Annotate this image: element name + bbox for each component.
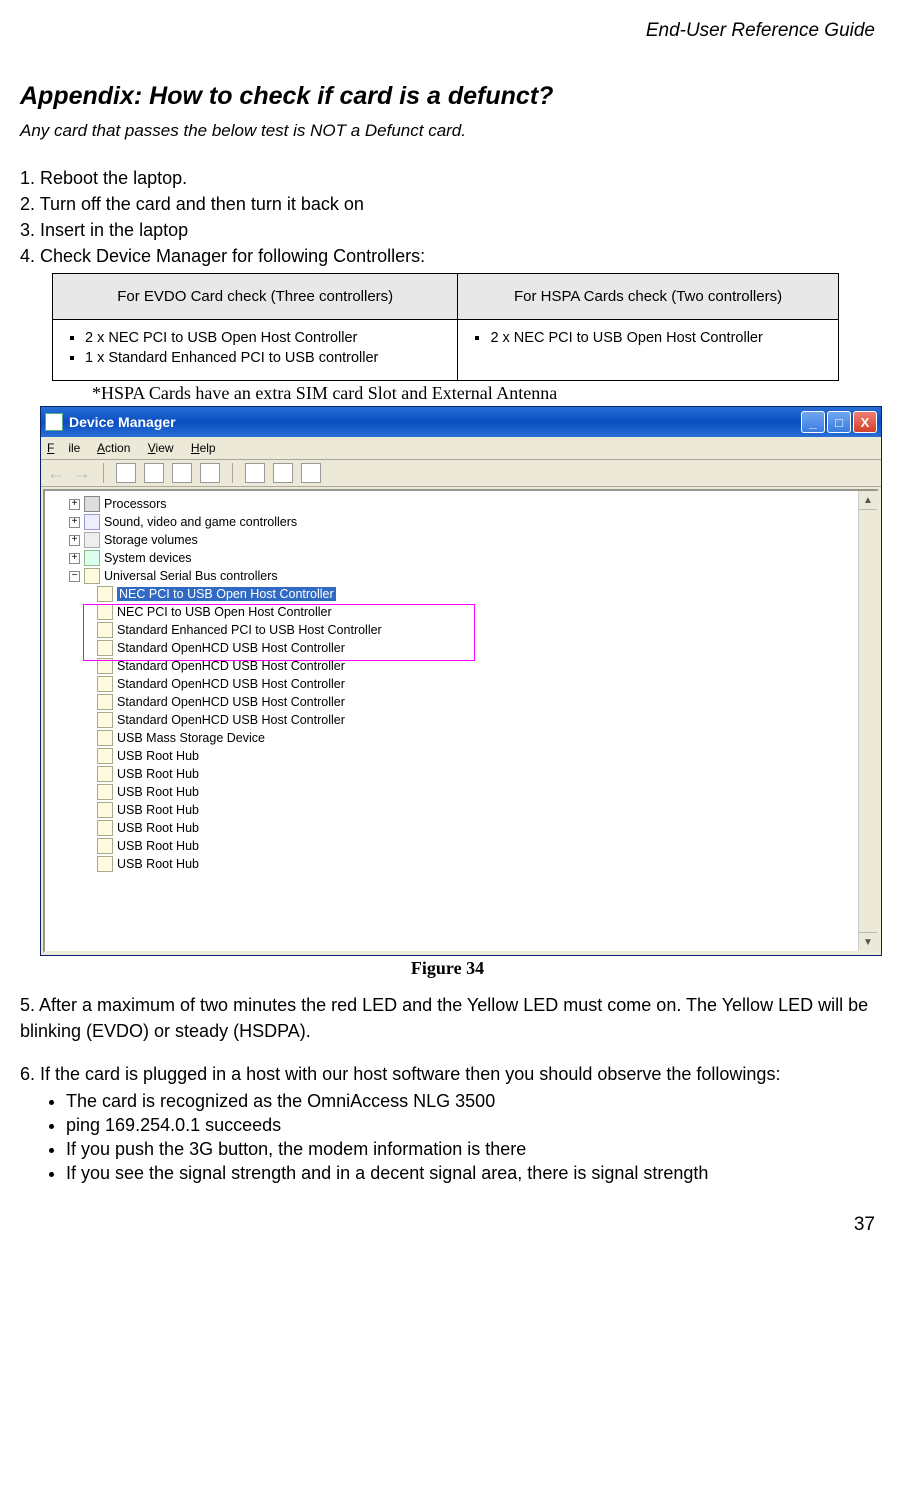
- step-5: 5. After a maximum of two minutes the re…: [20, 993, 875, 1043]
- menu-action[interactable]: Action: [97, 441, 130, 455]
- hspa-footnote: *HSPA Cards have an extra SIM card Slot …: [92, 383, 875, 404]
- forward-icon[interactable]: →: [73, 464, 91, 482]
- print-icon[interactable]: [172, 463, 192, 483]
- step-1: 1. Reboot the laptop.: [20, 165, 875, 191]
- usb-icon: [97, 784, 113, 800]
- scrollbar[interactable]: ▲ ▼: [858, 491, 877, 951]
- system-icon: [84, 550, 100, 566]
- usb-icon: [97, 658, 113, 674]
- update-icon[interactable]: [301, 463, 321, 483]
- toolbar: ← →: [41, 460, 881, 487]
- tree-item[interactable]: USB Root Hub: [51, 819, 877, 837]
- tree-body: +Processors +Sound, video and game contr…: [43, 489, 879, 953]
- controllers-table: For EVDO Card check (Three controllers) …: [52, 273, 839, 381]
- page-number: 37: [20, 1214, 875, 1236]
- usb-icon: [97, 748, 113, 764]
- tree-item[interactable]: Standard Enhanced PCI to USB Host Contro…: [51, 621, 877, 639]
- back-icon[interactable]: ←: [47, 464, 65, 482]
- tree-item[interactable]: USB Root Hub: [51, 801, 877, 819]
- tree-item[interactable]: NEC PCI to USB Open Host Controller: [51, 585, 877, 603]
- usb-icon: [97, 622, 113, 638]
- storage-icon: [84, 532, 100, 548]
- uninstall-icon[interactable]: [273, 463, 293, 483]
- usb-icon: [97, 802, 113, 818]
- usb-icon: [97, 586, 113, 602]
- observation-item: The card is recognized as the OmniAccess…: [66, 1091, 875, 1112]
- observation-item: If you see the signal strength and in a …: [66, 1163, 875, 1184]
- observations-list: The card is recognized as the OmniAccess…: [48, 1091, 875, 1184]
- tree-node-sound[interactable]: +Sound, video and game controllers: [51, 513, 877, 531]
- usb-icon: [97, 838, 113, 854]
- window-title: Device Manager: [69, 414, 799, 430]
- usb-icon: [97, 676, 113, 692]
- usb-icon: [97, 604, 113, 620]
- tree-item[interactable]: NEC PCI to USB Open Host Controller: [51, 603, 877, 621]
- device-manager-window: Device Manager _ □ X File Action View He…: [40, 406, 882, 956]
- menu-view[interactable]: View: [148, 441, 174, 455]
- tree-item[interactable]: Standard OpenHCD USB Host Controller: [51, 657, 877, 675]
- step-4: 4. Check Device Manager for following Co…: [20, 243, 875, 269]
- tree-node-system[interactable]: +System devices: [51, 549, 877, 567]
- separator-icon: [232, 463, 233, 483]
- usb-icon: [84, 568, 100, 584]
- evdo-item-1: 2 x NEC PCI to USB Open Host Controller: [85, 330, 447, 346]
- page-header: End-User Reference Guide: [20, 20, 875, 42]
- tree-node-usb[interactable]: −Universal Serial Bus controllers: [51, 567, 877, 585]
- usb-icon: [97, 856, 113, 872]
- evdo-header: For EVDO Card check (Three controllers): [53, 274, 458, 320]
- tree-item[interactable]: Standard OpenHCD USB Host Controller: [51, 675, 877, 693]
- scroll-up-icon[interactable]: ▲: [859, 491, 877, 510]
- tree-item[interactable]: USB Mass Storage Device: [51, 729, 877, 747]
- cpu-icon: [84, 496, 100, 512]
- step-6: 6. If the card is plugged in a host with…: [20, 1062, 875, 1087]
- menubar: File Action View Help: [41, 437, 881, 460]
- step-3: 3. Insert in the laptop: [20, 217, 875, 243]
- appendix-intro: Any card that passes the below test is N…: [20, 121, 875, 141]
- maximize-button[interactable]: □: [827, 411, 851, 433]
- tree-item[interactable]: Standard OpenHCD USB Host Controller: [51, 639, 877, 657]
- minimize-button[interactable]: _: [801, 411, 825, 433]
- sound-icon: [84, 514, 100, 530]
- appendix-title: Appendix: How to check if card is a defu…: [20, 82, 875, 111]
- usb-icon: [97, 694, 113, 710]
- menu-help[interactable]: Help: [191, 441, 216, 455]
- help-icon[interactable]: [200, 463, 220, 483]
- scroll-down-icon[interactable]: ▼: [859, 932, 877, 951]
- tree-node-processors[interactable]: +Processors: [51, 495, 877, 513]
- evdo-item-2: 1 x Standard Enhanced PCI to USB control…: [85, 350, 447, 366]
- tree-item[interactable]: USB Root Hub: [51, 837, 877, 855]
- app-icon: [45, 413, 63, 431]
- observation-item: If you push the 3G button, the modem inf…: [66, 1139, 875, 1160]
- close-button[interactable]: X: [853, 411, 877, 433]
- steps-list: 1. Reboot the laptop. 2. Turn off the ca…: [20, 165, 875, 269]
- usb-icon: [97, 640, 113, 656]
- step-2: 2. Turn off the card and then turn it ba…: [20, 191, 875, 217]
- usb-icon: [97, 712, 113, 728]
- usb-icon: [97, 766, 113, 782]
- tree-node-storage[interactable]: +Storage volumes: [51, 531, 877, 549]
- tree-item[interactable]: Standard OpenHCD USB Host Controller: [51, 711, 877, 729]
- scan-icon[interactable]: [245, 463, 265, 483]
- tree-item[interactable]: USB Root Hub: [51, 747, 877, 765]
- tree-item[interactable]: USB Root Hub: [51, 765, 877, 783]
- tree-item[interactable]: Standard OpenHCD USB Host Controller: [51, 693, 877, 711]
- tree-item[interactable]: USB Root Hub: [51, 855, 877, 873]
- hspa-header: For HSPA Cards check (Two controllers): [458, 274, 838, 320]
- properties-icon[interactable]: [144, 463, 164, 483]
- usb-icon: [97, 730, 113, 746]
- titlebar[interactable]: Device Manager _ □ X: [41, 407, 881, 437]
- toolbar-icon[interactable]: [116, 463, 136, 483]
- figure-caption: Figure 34: [20, 958, 875, 979]
- menu-file[interactable]: File: [47, 441, 80, 455]
- hspa-item-1: 2 x NEC PCI to USB Open Host Controller: [490, 330, 827, 346]
- separator-icon: [103, 463, 104, 483]
- usb-icon: [97, 820, 113, 836]
- observation-item: ping 169.254.0.1 succeeds: [66, 1115, 875, 1136]
- tree-item[interactable]: USB Root Hub: [51, 783, 877, 801]
